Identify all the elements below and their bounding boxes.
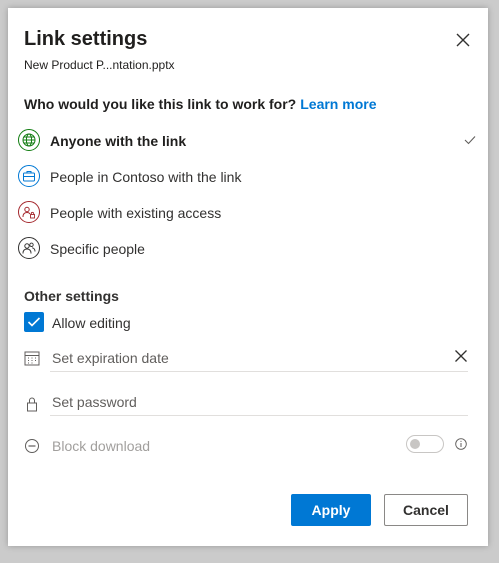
password-field[interactable] bbox=[50, 388, 468, 416]
option-people-in-contoso[interactable]: People in Contoso with the link bbox=[16, 162, 478, 192]
people-icon bbox=[18, 237, 40, 259]
option-specific-people[interactable]: Specific people bbox=[16, 234, 478, 264]
audience-question: Who would you like this link to work for… bbox=[24, 96, 376, 112]
apply-button[interactable]: Apply bbox=[291, 494, 371, 526]
audience-question-text: Who would you like this link to work for… bbox=[24, 96, 297, 112]
close-icon bbox=[456, 33, 470, 47]
block-download-label: Block download bbox=[52, 438, 151, 454]
option-label: Specific people bbox=[50, 241, 145, 257]
block-download-toggle[interactable] bbox=[406, 435, 444, 453]
option-label: People in Contoso with the link bbox=[50, 169, 242, 185]
lock-icon bbox=[27, 397, 37, 412]
checkmark-icon bbox=[464, 136, 476, 145]
link-settings-dialog: Link settings New Product P...ntation.pp… bbox=[8, 8, 488, 546]
allow-editing-label: Allow editing bbox=[52, 315, 131, 331]
close-icon bbox=[455, 350, 467, 362]
close-button[interactable] bbox=[454, 31, 472, 49]
info-icon[interactable] bbox=[455, 438, 467, 450]
cancel-button[interactable]: Cancel bbox=[384, 494, 468, 526]
checkbox-checked-icon bbox=[24, 312, 44, 332]
clear-expiration-button[interactable] bbox=[454, 349, 468, 363]
learn-more-link[interactable]: Learn more bbox=[300, 96, 376, 112]
expiration-date-field[interactable] bbox=[50, 344, 468, 372]
option-label: People with existing access bbox=[50, 205, 222, 221]
option-anyone-with-link[interactable]: Anyone with the link bbox=[16, 126, 478, 156]
file-name: New Product P...ntation.pptx bbox=[24, 58, 175, 72]
toggle-knob bbox=[410, 439, 420, 449]
calendar-icon bbox=[24, 351, 40, 366]
briefcase-icon bbox=[18, 165, 40, 187]
option-existing-access[interactable]: People with existing access bbox=[16, 198, 478, 228]
option-label: Anyone with the link bbox=[50, 133, 187, 149]
people-lock-icon bbox=[18, 201, 40, 223]
other-settings-heading: Other settings bbox=[24, 288, 119, 304]
dialog-title: Link settings bbox=[24, 28, 148, 50]
block-icon bbox=[25, 439, 39, 453]
globe-icon bbox=[18, 129, 40, 151]
